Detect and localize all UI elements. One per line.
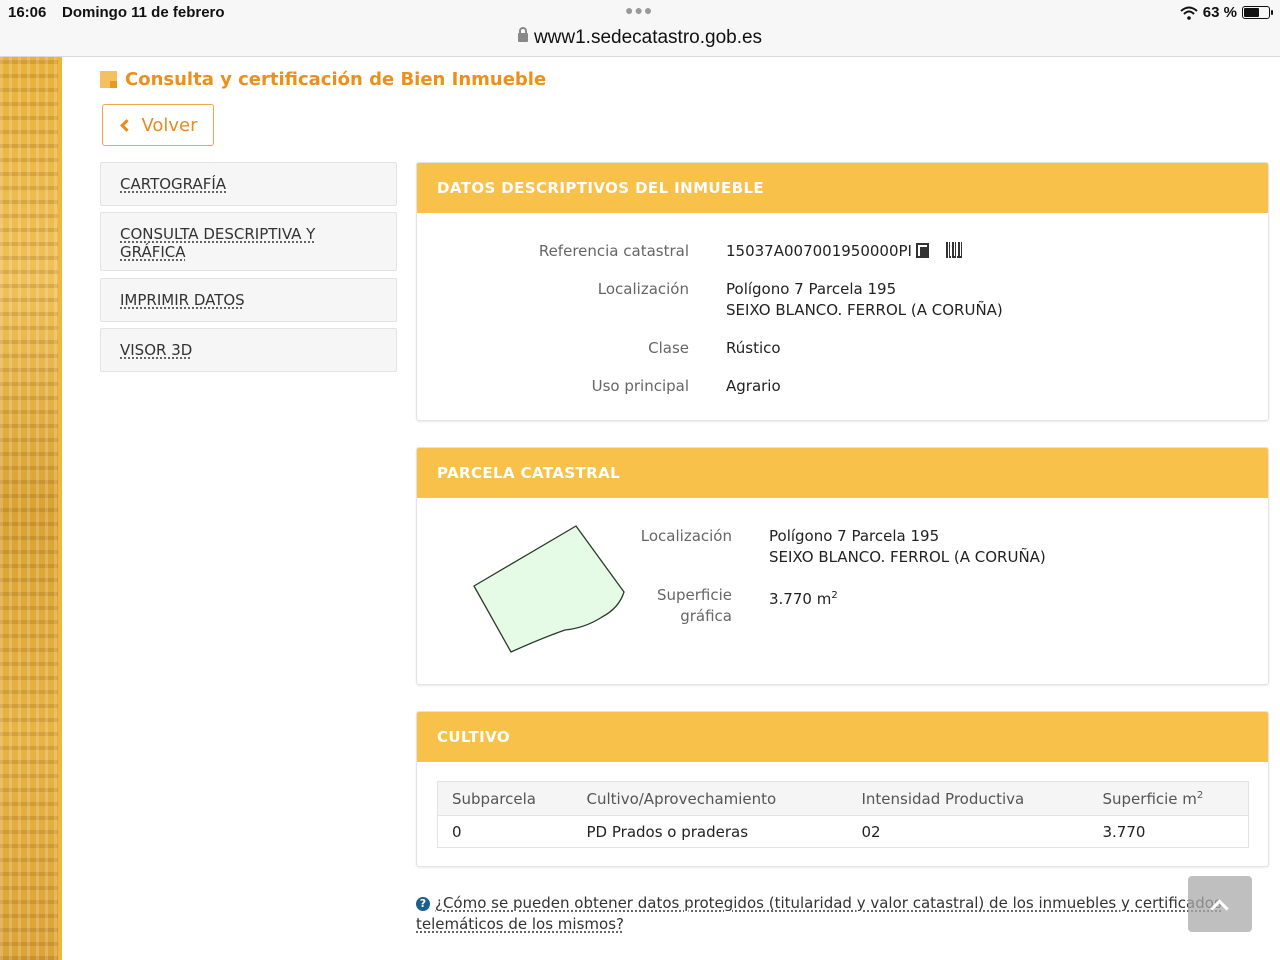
sidebar-item-imprimir-datos[interactable]: IMPRIMIR DATOS <box>100 278 397 322</box>
parcela-catastral-panel: PARCELA CATASTRAL Localización Polígono … <box>416 447 1269 685</box>
panel-header: PARCELA CATASTRAL <box>417 448 1268 498</box>
superficie-exponent: 2 <box>831 590 838 601</box>
barcode-icon[interactable] <box>945 242 962 258</box>
ref-label: Referencia catastral <box>538 242 689 260</box>
superficie-value-text: 3.770 m <box>769 590 832 608</box>
ref-value-text: 15037A007001950000PI <box>726 242 912 260</box>
parcela-loc-line-2: SEIXO BLANCO. FERROL (A CORUÑA) <box>769 548 1046 566</box>
column-header: Superficie m2 <box>1088 781 1249 816</box>
parcela-loc-label: Localización <box>640 527 732 545</box>
sidebar-item-label: CONSULTA DESCRIPTIVA Y GRÁFICA <box>120 225 316 261</box>
status-bar: 16:06 Domingo 11 de febrero ●●● 63 % <box>0 0 1280 26</box>
page-title-text: Consulta y certificación de Bien Inmuebl… <box>125 69 547 90</box>
parcela-loc-line-1: Polígono 7 Parcela 195 <box>769 527 940 545</box>
cultivo-table: Subparcela Cultivo/Aprovechamiento Inten… <box>437 781 1249 848</box>
datos-descriptivos-panel: DATOS DESCRIPTIVOS DEL INMUEBLE Referenc… <box>416 162 1269 421</box>
sidebar-item-consulta-descriptiva[interactable]: CONSULTA DESCRIPTIVA Y GRÁFICA <box>100 212 397 271</box>
title-square-icon <box>100 71 117 88</box>
clase-value: Rústico <box>726 339 781 357</box>
column-exponent: 2 <box>1196 789 1204 801</box>
loc-line-2: SEIXO BLANCO. FERROL (A CORUÑA) <box>726 301 1003 319</box>
loc-line-1: Polígono 7 Parcela 195 <box>726 280 897 298</box>
back-label: Volver <box>141 114 198 136</box>
decorative-banner <box>0 57 62 960</box>
cultivo-panel: CULTIVO Subparcela Cultivo/Aprovechamien… <box>416 711 1269 867</box>
sidebar-item-label: IMPRIMIR DATOS <box>120 291 245 309</box>
sidebar-item-label: VISOR 3D <box>120 341 193 359</box>
table-cell: 3.770 <box>1102 822 1146 841</box>
status-time: 16:06 <box>8 4 47 21</box>
loc-label: Localización <box>597 280 689 298</box>
status-right: 63 % <box>1180 4 1273 21</box>
superficie-value: 3.770 m2 <box>769 585 838 610</box>
battery-icon <box>1242 6 1273 19</box>
superficie-label-1: Superficie <box>656 586 732 604</box>
column-header-text: Superficie m <box>1102 789 1197 808</box>
column-header: Cultivo/Aprovechamiento <box>572 781 848 816</box>
sidebar-item-visor-3d[interactable]: VISOR 3D <box>100 328 397 372</box>
wifi-icon <box>1180 6 1198 20</box>
table-cell: PD Prados o praderas <box>586 822 749 841</box>
column-header: Subparcela <box>437 781 573 816</box>
back-button[interactable]: Volver <box>102 104 214 146</box>
lock-icon <box>517 27 528 42</box>
table-row: 0 PD Prados o praderas 02 3.770 <box>438 816 1249 848</box>
table-cell: 0 <box>452 822 462 841</box>
battery-percent: 63 % <box>1202 4 1237 21</box>
status-date: Domingo 11 de febrero <box>62 4 225 21</box>
copy-icon[interactable] <box>915 243 930 258</box>
address-bar[interactable]: www1.sedecatastro.gob.es <box>0 26 1280 57</box>
superficie-label-2: gráfica <box>680 607 732 625</box>
panel-header: CULTIVO <box>417 712 1268 762</box>
protected-data-help-link[interactable]: ? ¿Cómo se pueden obtener datos protegido… <box>416 893 1236 935</box>
panel-header: DATOS DESCRIPTIVOS DEL INMUEBLE <box>417 163 1268 213</box>
help-link-text[interactable]: ¿Cómo se pueden obtener datos protegidos… <box>416 894 1222 933</box>
table-cell: 02 <box>861 822 881 841</box>
sidebar-item-label: CARTOGRAFÍA <box>120 175 227 193</box>
scroll-to-top-button[interactable] <box>1188 876 1252 932</box>
question-icon: ? <box>416 897 430 911</box>
sidebar-item-cartografia[interactable]: CARTOGRAFÍA <box>100 162 397 206</box>
url-display[interactable]: www1.sedecatastro.gob.es <box>0 27 1280 49</box>
table-header-row: Subparcela Cultivo/Aprovechamiento Inten… <box>437 781 1249 816</box>
clase-label: Clase <box>648 339 689 357</box>
chevron-left-icon <box>120 118 134 132</box>
uso-value: Agrario <box>726 377 781 395</box>
uso-label: Uso principal <box>591 377 689 395</box>
ref-value: 15037A007001950000PI <box>726 241 962 262</box>
page-title: Consulta y certificación de Bien Inmuebl… <box>100 69 546 90</box>
column-header: Intensidad Productiva <box>847 781 1089 816</box>
url-text: www1.sedecatastro.gob.es <box>533 27 763 48</box>
multitask-dots-icon[interactable]: ●●● <box>625 2 653 18</box>
